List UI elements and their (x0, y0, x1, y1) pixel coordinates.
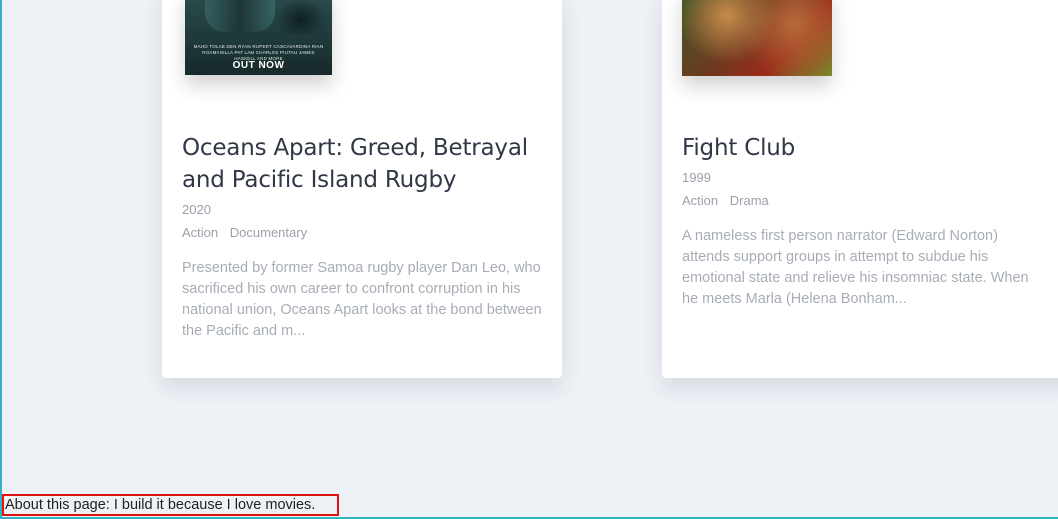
movie-description: A nameless first person narrator (Edward… (682, 228, 1029, 307)
movie-card-body: Oceans Apart: Greed, Betrayal and Pacifi… (182, 132, 542, 342)
genre-tag: Action (182, 225, 219, 240)
movie-poster-image[interactable]: MAHO TOLAB DEN RYAN RUPERT CASCAVARDINA … (185, 0, 332, 75)
poster-figures-graphic (205, 0, 275, 32)
movie-year: 2020 (182, 202, 211, 217)
movie-card-body: Fight Club 1999 Action Drama A nameless … (682, 132, 1052, 310)
poster-out-now-label: OUT NOW (232, 60, 285, 71)
movie-description: Presented by former Samoa rugby player D… (182, 260, 542, 339)
movie-genres: Action Documentary (182, 225, 542, 240)
movie-year: 1999 (682, 170, 711, 185)
movie-genres: Action Drama (682, 193, 1052, 208)
movie-card-oceans-apart[interactable]: MAHO TOLAB DEN RYAN RUPERT CASCAVARDINA … (162, 0, 562, 378)
movie-title[interactable]: Oceans Apart: Greed, Betrayal and Pacifi… (182, 132, 542, 196)
page-left-border (0, 0, 2, 519)
movie-poster-image[interactable] (682, 0, 832, 76)
poster-palm-graphic (276, 0, 326, 34)
genre-tag: Drama (729, 193, 769, 208)
genre-tag: Documentary (229, 225, 308, 240)
about-page-footer: About this page: I build it because I lo… (2, 494, 339, 516)
movie-card-fight-club[interactable]: Fight Club 1999 Action Drama A nameless … (662, 0, 1058, 378)
genre-tag: Action (682, 193, 719, 208)
movie-title[interactable]: Fight Club (682, 132, 1052, 164)
